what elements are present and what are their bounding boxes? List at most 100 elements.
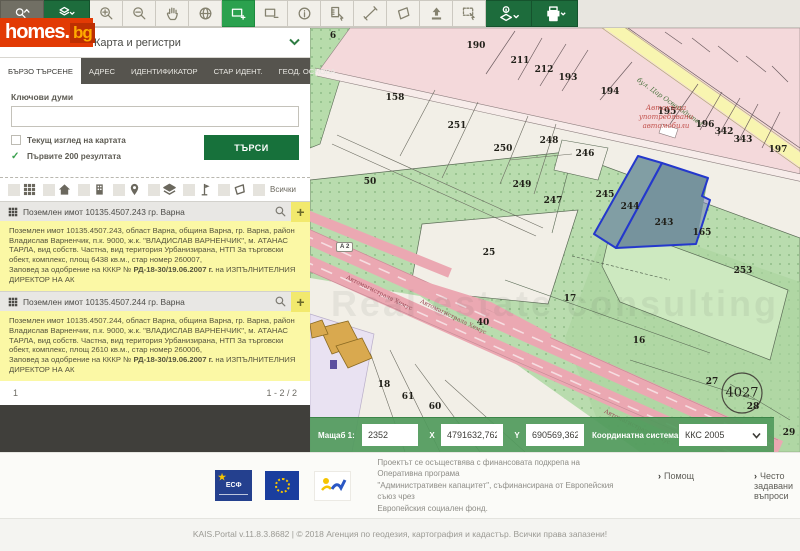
- search-button[interactable]: ТЪРСИ: [204, 135, 299, 160]
- all-types-checkbox[interactable]: [253, 183, 265, 196]
- map-viewport[interactable]: 6 190 211 212 193 194 195 196 342 343 197 158 251 250…: [310, 28, 800, 452]
- first-200-checkbox[interactable]: ✓ Първите 200 резултата: [11, 151, 204, 162]
- footer-link-помощ[interactable]: › Помощ: [658, 471, 718, 501]
- parcels-grid-icon: [23, 183, 36, 196]
- checkbox-empty-icon: [11, 135, 21, 145]
- select-region-button[interactable]: [453, 0, 486, 27]
- chevron-down-icon: [289, 37, 300, 49]
- result-item-details: Поземлен имот 10135.4507.243, област Вар…: [0, 221, 310, 292]
- footer-link-често-задавани-въпроси[interactable]: › Често задавани въпроси: [754, 471, 800, 501]
- parcel-number-label: 343: [733, 135, 753, 145]
- footer-links: › Помощ › Често задавани въпроси: [658, 471, 800, 501]
- parcel-number-label: 17: [563, 294, 577, 304]
- parcel-number-label: 193: [558, 73, 578, 83]
- result-title: Поземлен имот 10135.4507.243 гр. Варна: [23, 206, 185, 217]
- parcel-number-label: 197: [768, 145, 788, 155]
- measure-distance-button[interactable]: [354, 0, 387, 27]
- parcel-number-label: 50: [363, 177, 377, 187]
- buildings-house-icon: [58, 183, 71, 196]
- buildings-house-checkbox[interactable]: [43, 183, 55, 196]
- crs-selected-value: ККС 2005: [685, 430, 725, 440]
- parcel-grid-icon: [8, 207, 18, 217]
- homes-logo-text: homes.: [5, 21, 70, 43]
- parcel-number-label: 194: [600, 87, 620, 97]
- scale-tool-button[interactable]: [321, 0, 354, 27]
- parcel-number-label: 246: [575, 149, 595, 159]
- homes-bg-logo: homes. bg: [0, 18, 95, 47]
- result-title: Поземлен имот 10135.4507.244 гр. Варна: [23, 296, 185, 307]
- parcel-number-label: 6: [329, 31, 337, 41]
- version-copyright-text: KAIS.Portal v.11.8.3.8682 | © 2018 Агенц…: [192, 529, 608, 539]
- zoom-in-button[interactable]: [90, 0, 123, 27]
- parcel-number-label: 251: [447, 121, 467, 131]
- esf-logo-text: ЕСФ: [225, 482, 242, 489]
- x-coordinate-input[interactable]: [441, 424, 503, 446]
- print-menu-button[interactable]: [532, 0, 578, 27]
- program-funding-text: Проектът се осъществява с финансовата по…: [377, 457, 614, 513]
- parcel-number-label: 16: [632, 336, 646, 346]
- geodetic-flag-checkbox[interactable]: [183, 183, 195, 196]
- zoom-out-button[interactable]: [123, 0, 156, 27]
- measure-area-button[interactable]: [387, 0, 420, 27]
- zones-polygon-checkbox[interactable]: [218, 183, 230, 196]
- parcel-number-label: 28: [746, 402, 760, 412]
- parcel-number-label: 211: [510, 56, 530, 66]
- identify-button[interactable]: [288, 0, 321, 27]
- esf-logo: ★ ЕСФ: [215, 470, 253, 501]
- all-types-label: Всички: [270, 185, 296, 194]
- result-item-header[interactable]: Поземлен имот 10135.4507.243 гр. Варна +: [0, 201, 310, 222]
- current-view-label: Текущ изглед на картата: [27, 135, 126, 145]
- y-coordinate-input[interactable]: [526, 424, 584, 446]
- parcel-number-label: 29: [782, 428, 796, 438]
- parcel-number-label: 342: [714, 127, 734, 137]
- tab-бързо-търсене[interactable]: БЪРЗО ТЪРСЕНЕ: [0, 58, 81, 84]
- current-view-checkbox[interactable]: Текущ изглед на картата: [11, 135, 204, 145]
- points-pin-checkbox[interactable]: [113, 183, 125, 196]
- page-number[interactable]: 1: [13, 388, 18, 398]
- results-list: Поземлен имот 10135.4507.243 гр. Варна + П…: [0, 201, 310, 382]
- parcel-number-label: 253: [733, 266, 753, 276]
- eu-stars-ring-icon: [274, 478, 290, 493]
- opak-figures-icon: [320, 477, 347, 491]
- layers-checkbox[interactable]: [148, 183, 160, 196]
- result-item-header[interactable]: Поземлен имот 10135.4507.244 гр. Варна +: [0, 291, 310, 312]
- info-layers-menu-button[interactable]: [486, 0, 532, 27]
- parcels-grid-checkbox[interactable]: [8, 183, 20, 196]
- layers-icon: [163, 183, 176, 196]
- tab-стар-идент-[interactable]: СТАР ИДЕНТ.: [206, 58, 271, 84]
- parcel-number-label: 60: [428, 402, 442, 412]
- parcel-number-label: 61: [401, 392, 415, 402]
- map-area-annotation: Автокъща употребявани автомобили: [638, 104, 694, 130]
- crs-select[interactable]: ККС 2005: [679, 424, 767, 446]
- parcel-number-label: 250: [493, 144, 513, 154]
- crs-label: Координатна система: [592, 430, 679, 440]
- quick-search-form: Ключови думи Текущ изглед на картата ✓ П…: [0, 84, 310, 177]
- zoom-to-result-icon[interactable]: [270, 205, 291, 218]
- parcel-number-label: 158: [385, 93, 405, 103]
- sidebar: Карта и регистри БЪРЗО ТЪРСЕНЕ АДРЕС ИДЕНТ…: [0, 28, 336, 452]
- tab-идентификатор[interactable]: ИДЕНТИФИКАТОР: [123, 58, 206, 84]
- scale-input[interactable]: [362, 424, 418, 446]
- chevron-right-icon: ›: [753, 470, 757, 481]
- scale-label: Мащаб 1:: [318, 430, 355, 440]
- tab-геод-основа[interactable]: ГЕОД. ОСНОВА: [271, 58, 344, 84]
- highway-a2-badge: А 2: [336, 242, 354, 252]
- zoom-rect-in-button[interactable]: [222, 0, 255, 27]
- export-button[interactable]: [420, 0, 453, 27]
- keywords-input[interactable]: [11, 106, 299, 127]
- full-extent-button[interactable]: [189, 0, 222, 27]
- add-result-icon[interactable]: +: [291, 201, 310, 222]
- parcel-number-label: 165: [692, 228, 712, 238]
- apartments-building-checkbox[interactable]: [78, 183, 90, 196]
- zoom-rect-out-button[interactable]: [255, 0, 288, 27]
- map-statusbar: Мащаб 1: X Y Координатна система ККС 200…: [310, 417, 774, 452]
- zoom-to-result-icon[interactable]: [270, 295, 291, 308]
- pan-button[interactable]: [156, 0, 189, 27]
- x-label: X: [429, 430, 435, 440]
- add-result-icon[interactable]: +: [291, 291, 310, 312]
- keywords-label: Ключови думи: [11, 92, 74, 102]
- tab-адрес[interactable]: АДРЕС: [81, 58, 123, 84]
- parcel-number-label: 18: [377, 380, 391, 390]
- parcel-grid-icon: [8, 297, 18, 307]
- opak-logo: [314, 470, 352, 501]
